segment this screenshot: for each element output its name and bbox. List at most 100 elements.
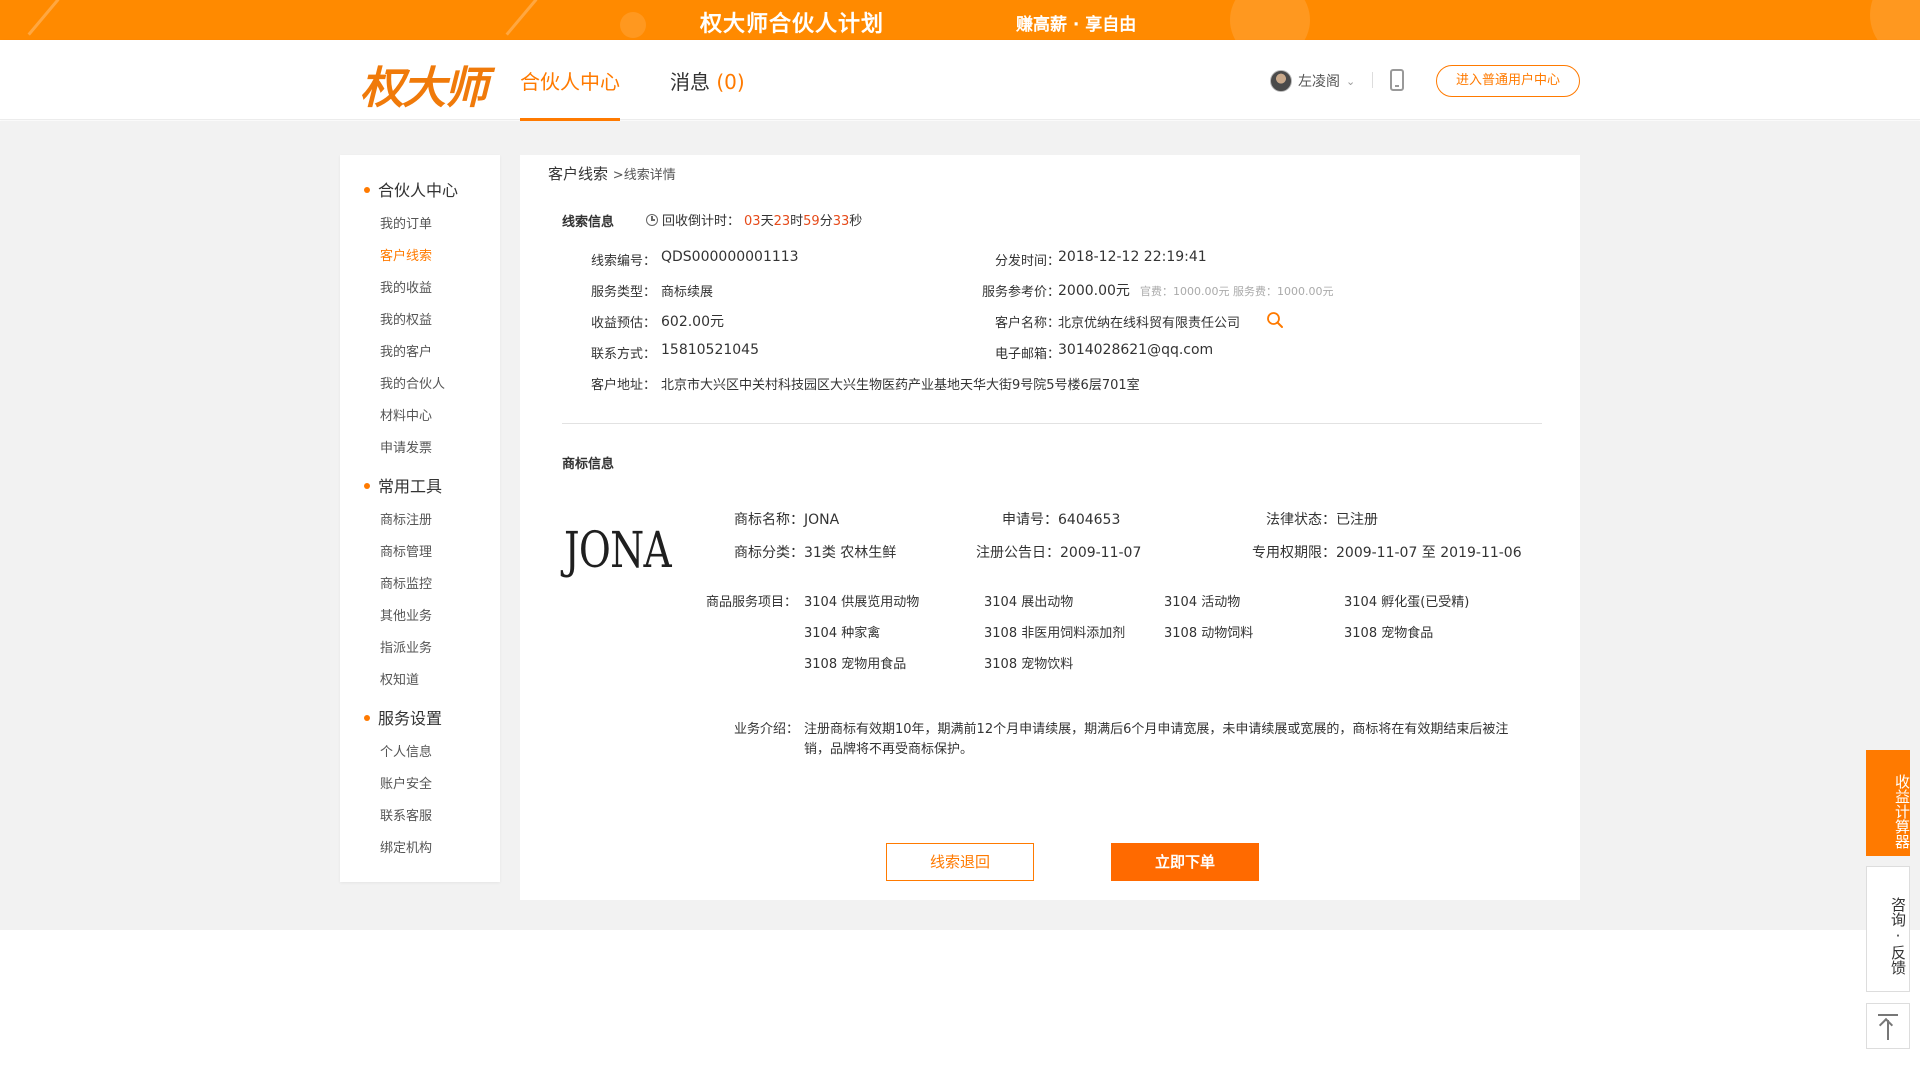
exclusive-period: 专用权期限：2009-11-07 至 2019-11-06 — [1252, 545, 1522, 561]
sidebar-item-bind-org[interactable]: 绑定机构 — [380, 837, 432, 856]
sidebar-item-customer-leads[interactable]: 客户线索 — [380, 245, 432, 264]
trademark-category: 商标分类：31类 农林生鲜 — [734, 545, 897, 561]
sidebar-item-materials[interactable]: 材料中心 — [380, 405, 432, 424]
ref-price-label: 服务参考价： — [981, 285, 1060, 300]
top-header: 权大师 合伙人中心 消息 (0) 左凌阁 ⌄ 进入普通用户中心 — [0, 40, 1920, 121]
countdown-days: 03 — [744, 214, 761, 229]
address-label: 客户地址： — [590, 378, 656, 393]
sidebar-item-my-income[interactable]: 我的收益 — [380, 277, 432, 296]
application-number: 申请号：6404653 — [1002, 512, 1121, 528]
bullet-dot-icon — [364, 186, 370, 193]
breadcrumb-parent[interactable]: 客户线索 — [548, 165, 608, 183]
coin-decoration — [1230, 0, 1310, 40]
sidebar-item-my-partners[interactable]: 我的合伙人 — [380, 373, 445, 392]
lead-info-heading: 线索信息 — [562, 215, 615, 230]
contact-value: 15810521045 — [661, 342, 759, 358]
search-icon[interactable] — [1266, 311, 1284, 329]
email-value: 3014028621@qq.com — [1058, 342, 1214, 358]
header-divider — [1372, 72, 1373, 88]
breadcrumb: 客户线索 >线索详情 — [548, 163, 676, 184]
sidebar-section-tools: 常用工具 — [364, 473, 442, 497]
goods-item: 3108 动物饲料 — [1164, 626, 1254, 641]
legal-status: 法律状态：已注册 — [1266, 512, 1378, 528]
goods-label: 商品服务项目： — [706, 595, 798, 610]
sidebar-item-tm-monitor[interactable]: 商标监控 — [380, 573, 432, 592]
section-divider — [562, 423, 1542, 424]
recycle-countdown: 回收倒计时： 03天23时59分33秒 — [646, 210, 862, 229]
ref-price-value: 2000.00元 — [1058, 283, 1130, 299]
coin-decoration — [1870, 0, 1920, 40]
sidebar-section-settings: 服务设置 — [364, 705, 442, 729]
address-value: 北京市大兴区中关村科技园区大兴生物医药产业基地天华大街9号院5号楼6层701室 — [661, 378, 1140, 393]
username: 左凌阁 — [1298, 74, 1340, 90]
goods-item: 3104 活动物 — [1164, 595, 1241, 610]
announcement-date: 注册公告日：2009-11-07 — [976, 545, 1142, 561]
site-logo[interactable]: 权大师 — [360, 52, 488, 116]
countdown-minutes: 59 — [803, 214, 820, 229]
service-type-value: 商标续展 — [661, 285, 714, 300]
trademark-name: 商标名称：JONA — [734, 512, 840, 528]
customer-name-value: 北京优纳在线科贸有限责任公司 — [1058, 316, 1241, 331]
trademark-image: JONA — [562, 495, 672, 605]
sidebar-item-knowledge[interactable]: 权知道 — [380, 669, 419, 688]
chevron-down-icon: ⌄ — [1346, 74, 1356, 88]
sidebar-item-invoice[interactable]: 申请发票 — [380, 437, 432, 456]
bullet-dot-icon — [364, 714, 370, 721]
customer-name-label: 客户名称： — [994, 316, 1060, 331]
nav-messages-label: 消息 — [670, 70, 710, 94]
service-type-label: 服务类型： — [590, 285, 656, 300]
consult-feedback-button[interactable]: 咨询·反馈 — [1866, 866, 1910, 992]
bullet-dot-icon — [364, 482, 370, 489]
back-to-top-button[interactable] — [1866, 1003, 1910, 1049]
banner-title: 权大师合伙人计划 — [700, 12, 885, 37]
nav-messages[interactable]: 消息 (0) — [670, 66, 745, 95]
email-label: 电子邮箱： — [994, 347, 1060, 362]
nav-partner-center[interactable]: 合伙人中心 — [520, 66, 620, 95]
sidebar-item-my-orders[interactable]: 我的订单 — [380, 213, 432, 232]
dispatch-time-label: 分发时间： — [994, 254, 1060, 269]
countdown-label: 回收倒计时： — [662, 214, 741, 229]
sidebar-section-partner: 合伙人中心 — [364, 177, 458, 201]
sidebar-item-security[interactable]: 账户安全 — [380, 773, 432, 792]
sidebar-item-tm-register[interactable]: 商标注册 — [380, 509, 432, 528]
business-intro-label: 业务介绍： — [734, 722, 800, 737]
goods-item: 3104 种家禽 — [804, 626, 881, 641]
breadcrumb-current: >线索详情 — [612, 168, 676, 183]
lead-no-value: QDS000000001113 — [661, 249, 799, 265]
mobile-phone-icon[interactable] — [1390, 69, 1404, 91]
banner-slogan: 赚高薪 · 享自由 — [1016, 15, 1137, 35]
avatar — [1270, 70, 1292, 92]
business-intro-text: 注册商标有效期10年，期满前12个月申请续展，期满后6个月申请宽展，未申请续展或… — [804, 722, 1509, 757]
countdown-hours: 23 — [773, 214, 791, 229]
sidebar-item-tm-manage[interactable]: 商标管理 — [380, 541, 432, 560]
countdown-seconds: 33 — [832, 214, 850, 229]
nav-messages-count: (0) — [716, 70, 745, 94]
promo-banner[interactable]: 权大师合伙人计划 赚高薪 · 享自由 — [0, 0, 1920, 40]
sidebar-item-other-business[interactable]: 其他业务 — [380, 605, 432, 624]
fee-breakdown: 官费：1000.00元 服务费：1000.00元 — [1140, 285, 1334, 298]
lead-detail-panel: 客户线索 >线索详情 线索信息 回收倒计时： 03天23时59分33秒 线索编号… — [520, 155, 1580, 900]
income-calculator-button[interactable]: 收益计算器 — [1866, 750, 1911, 856]
stripe-decoration — [505, 0, 538, 36]
income-label: 收益预估： — [590, 316, 656, 331]
place-order-button[interactable]: 立即下单 — [1111, 843, 1259, 881]
sidebar-item-assigned-business[interactable]: 指派业务 — [380, 637, 432, 656]
sidebar-item-support[interactable]: 联系客服 — [380, 805, 432, 824]
enter-user-center-button[interactable]: 进入普通用户中心 — [1436, 65, 1580, 97]
sidebar-item-my-rights[interactable]: 我的权益 — [380, 309, 432, 328]
goods-item: 3108 宠物食品 — [1344, 626, 1434, 641]
lead-no-label: 线索编号： — [590, 254, 656, 269]
goods-item: 3108 宠物用食品 — [804, 657, 907, 672]
goods-item: 3104 展出动物 — [984, 595, 1074, 610]
goods-item: 3108 宠物饮料 — [984, 657, 1074, 672]
alarm-clock-icon — [646, 213, 658, 226]
return-lead-button[interactable]: 线索退回 — [886, 843, 1034, 881]
sidebar-item-my-customers[interactable]: 我的客户 — [380, 341, 432, 360]
trademark-image-text: JONA — [563, 521, 672, 579]
goods-item: 3104 孵化蛋(已受精) — [1344, 595, 1470, 610]
back-to-top-icon — [1878, 1014, 1898, 1016]
sidebar-item-profile[interactable]: 个人信息 — [380, 741, 432, 760]
contact-label: 联系方式： — [590, 347, 656, 362]
user-menu[interactable]: 左凌阁 ⌄ — [1270, 70, 1355, 92]
business-intro: 业务介绍： 注册商标有效期10年，期满前12个月申请续展，期满后6个月申请宽展，… — [734, 720, 1524, 760]
